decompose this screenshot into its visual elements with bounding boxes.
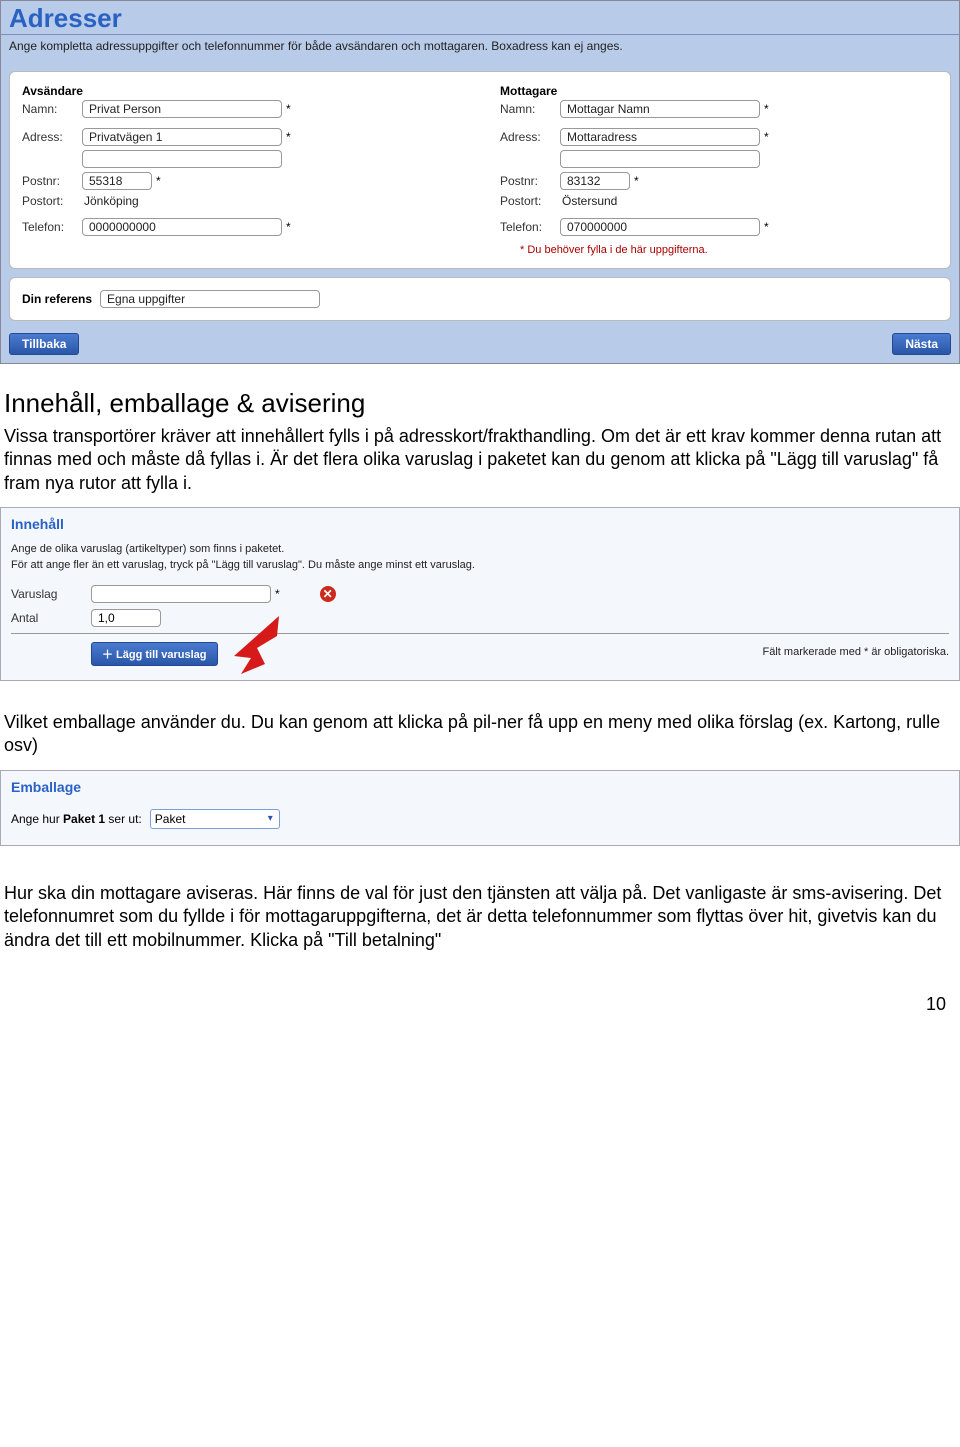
sender-postort-value: Jönköping xyxy=(82,194,139,208)
addresses-panel: Adresser Ange kompletta adressuppgifter … xyxy=(0,0,960,364)
receiver-name-input[interactable] xyxy=(560,100,760,118)
required-mark: * xyxy=(156,174,161,188)
varuslag-input[interactable] xyxy=(91,585,271,603)
divider xyxy=(11,633,949,634)
receiver-postort-value: Östersund xyxy=(560,194,617,208)
required-mark: * xyxy=(286,220,291,234)
receiver-phone-label: Telefon: xyxy=(500,220,560,234)
emballage-select[interactable]: Paket ▾ xyxy=(150,809,280,829)
required-mark: * xyxy=(286,130,291,144)
addresses-description: Ange kompletta adressuppgifter och telef… xyxy=(1,39,959,63)
sender-addr-input[interactable] xyxy=(82,128,282,146)
required-mark: * xyxy=(764,220,769,234)
sender-postnr-label: Postnr: xyxy=(22,174,82,188)
receiver-addr2-input[interactable] xyxy=(560,150,760,168)
content-title: Innehåll xyxy=(1,508,959,542)
sender-addr-label: Adress: xyxy=(22,130,82,144)
receiver-addr-input[interactable] xyxy=(560,128,760,146)
antal-input[interactable] xyxy=(91,609,161,627)
doc-paragraph-1: Vissa transportörer kräver att innehålle… xyxy=(4,425,956,495)
antal-label: Antal xyxy=(11,611,91,625)
emballage-panel: Emballage Ange hur Paket 1 ser ut: Paket… xyxy=(0,770,960,846)
back-button[interactable]: Tillbaka xyxy=(9,333,79,355)
sender-name-label: Namn: xyxy=(22,102,82,116)
receiver-postort-label: Postort: xyxy=(500,194,560,208)
receiver-addr-label: Adress: xyxy=(500,130,560,144)
page-number: 10 xyxy=(0,964,960,1025)
emballage-label: Ange hur Paket 1 ser ut: xyxy=(11,812,142,826)
required-mark: * xyxy=(275,587,280,601)
reference-label: Din referens xyxy=(22,292,92,306)
sender-name-input[interactable] xyxy=(82,100,282,118)
sender-column: Avsändare Namn: * Adress: * Postnr xyxy=(22,84,460,256)
emballage-title: Emballage xyxy=(1,771,959,809)
add-varuslag-button[interactable]: ＋ Lägg till varuslag xyxy=(91,642,218,666)
emballage-select-value: Paket xyxy=(155,812,186,826)
doc-paragraph-3: Hur ska din mottagare aviseras. Här finn… xyxy=(4,882,956,952)
required-mark: * xyxy=(764,130,769,144)
addresses-title: Adresser xyxy=(1,1,959,35)
chevron-down-icon: ▾ xyxy=(268,813,275,824)
doc-paragraph-2: Vilket emballage använder du. Du kan gen… xyxy=(4,711,956,758)
required-mark: * xyxy=(286,102,291,116)
sender-postort-label: Postort: xyxy=(22,194,82,208)
sender-phone-label: Telefon: xyxy=(22,220,82,234)
reference-box: Din referens xyxy=(9,277,951,321)
receiver-postnr-label: Postnr: xyxy=(500,174,560,188)
sender-heading: Avsändare xyxy=(22,84,460,98)
sender-addr2-input[interactable] xyxy=(82,150,282,168)
receiver-phone-input[interactable] xyxy=(560,218,760,236)
content-panel: Innehåll Ange de olika varuslag (artikel… xyxy=(0,507,960,681)
doc-heading: Innehåll, emballage & avisering xyxy=(4,388,956,419)
addresses-box: Avsändare Namn: * Adress: * Postnr xyxy=(9,71,951,269)
content-description: Ange de olika varuslag (artikeltyper) so… xyxy=(1,542,959,585)
reference-input[interactable] xyxy=(100,290,320,308)
required-mark: * xyxy=(634,174,639,188)
required-mark: * xyxy=(764,102,769,116)
varuslag-label: Varuslag xyxy=(11,587,91,601)
receiver-heading: Mottagare xyxy=(500,84,938,98)
sender-postnr-input[interactable] xyxy=(82,172,152,190)
sender-phone-input[interactable] xyxy=(82,218,282,236)
receiver-postnr-input[interactable] xyxy=(560,172,630,190)
required-note: * Du behöver fylla i de här uppgifterna. xyxy=(500,244,938,256)
content-required-note: Fält markerade med * är obligatoriska. xyxy=(763,646,949,658)
receiver-name-label: Namn: xyxy=(500,102,560,116)
receiver-column: Mottagare Namn: * Adress: * Postnr xyxy=(500,84,938,256)
delete-icon[interactable]: ✕ xyxy=(320,586,336,602)
next-button[interactable]: Nästa xyxy=(892,333,951,355)
